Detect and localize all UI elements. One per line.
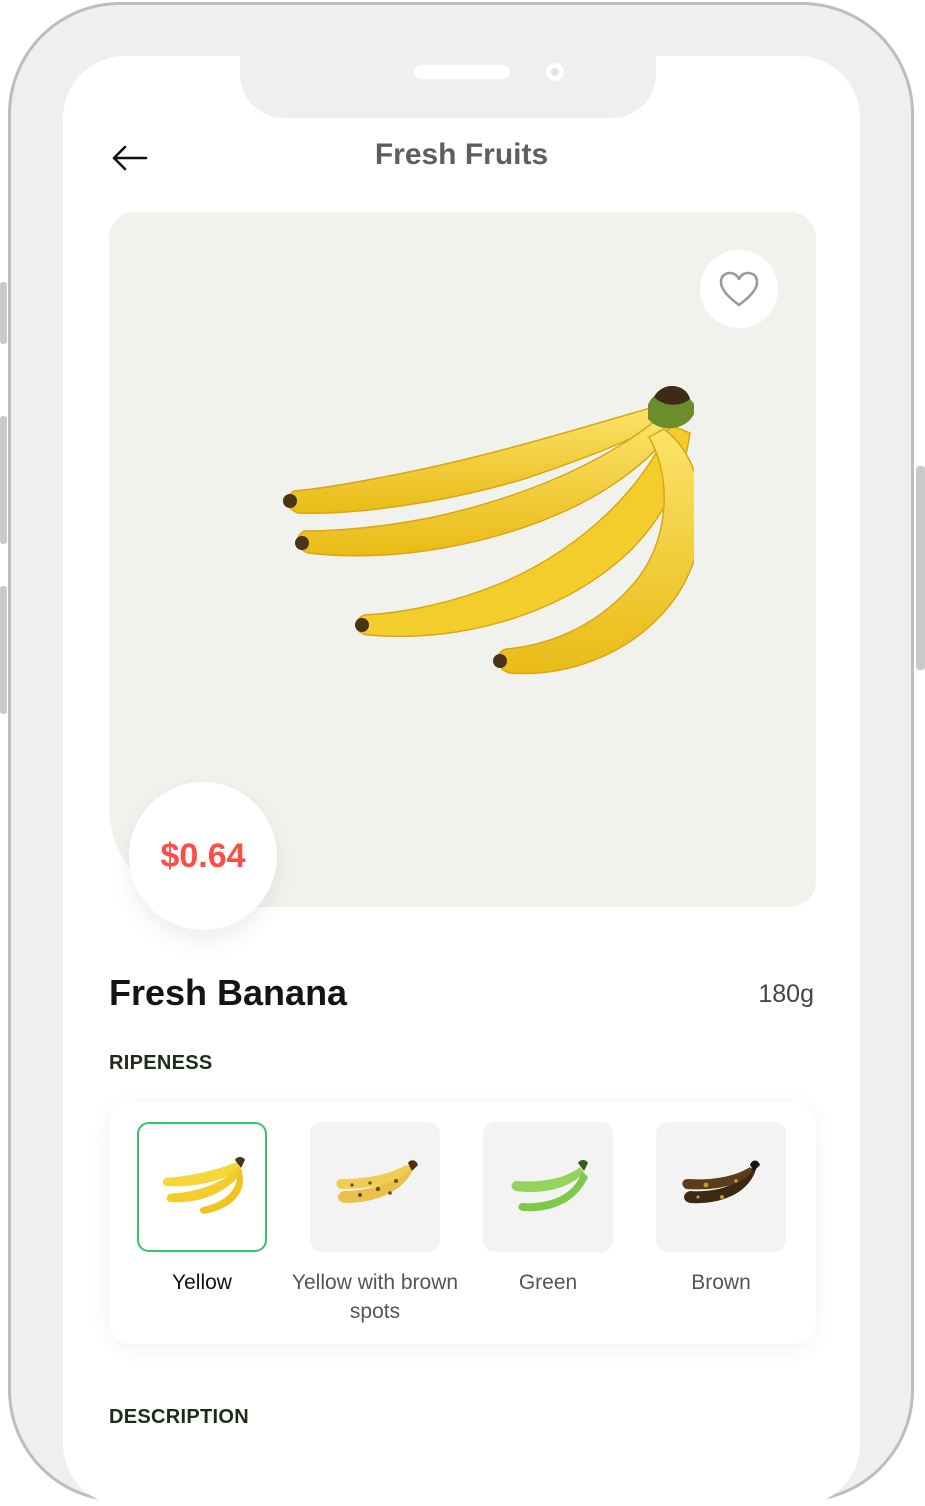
ripeness-option-green[interactable]: Green — [463, 1122, 633, 1297]
ripeness-option-brown[interactable]: Brown — [636, 1122, 806, 1297]
green-banana-image — [511, 1160, 588, 1212]
mute-switch — [0, 586, 7, 714]
app-screen: Fresh Fruits $0.64 Fresh Banana 180g RIP… — [63, 56, 860, 1506]
product-name: Fresh Banana — [109, 972, 348, 1013]
speaker-grille — [414, 65, 510, 79]
ripeness-option-label: Yellow — [172, 1271, 232, 1294]
volume-down-button — [0, 416, 7, 544]
ripeness-thumb — [483, 1122, 613, 1252]
ripeness-thumb — [137, 1122, 267, 1252]
favorite-button[interactable] — [700, 250, 778, 328]
front-camera — [546, 63, 564, 81]
notch — [240, 56, 656, 118]
page-title: Fresh Fruits — [374, 138, 549, 171]
ripeness-label: RIPENESS — [109, 1052, 213, 1074]
yellow-banana-image — [162, 1157, 245, 1214]
ripeness-selector: Yellow Yellow with brown spots Green Bro… — [109, 1102, 816, 1344]
description-label: DESCRIPTION — [109, 1406, 249, 1428]
brown-banana-image — [682, 1160, 760, 1204]
price-badge: $0.64 — [129, 782, 277, 930]
ripeness-option-yellow-with-brown-spots[interactable]: Yellow with brown spots — [290, 1122, 460, 1326]
price: $0.64 — [160, 836, 246, 875]
banana-bunch-image — [283, 385, 694, 675]
ripeness-option-label: Brown — [691, 1271, 751, 1294]
product-weight: 180g — [758, 980, 814, 1008]
ripeness-thumb — [656, 1122, 786, 1252]
ripeness-option-label: Green — [518, 1271, 578, 1294]
ripeness-thumb — [310, 1122, 440, 1252]
spotted-banana-image — [336, 1160, 418, 1203]
power-button — [916, 466, 925, 670]
ripeness-option-yellow[interactable]: Yellow — [117, 1122, 287, 1297]
heart-icon — [719, 271, 759, 307]
ripeness-option-label: Yellow with brown spots — [291, 1271, 459, 1323]
volume-up-button — [0, 282, 7, 344]
